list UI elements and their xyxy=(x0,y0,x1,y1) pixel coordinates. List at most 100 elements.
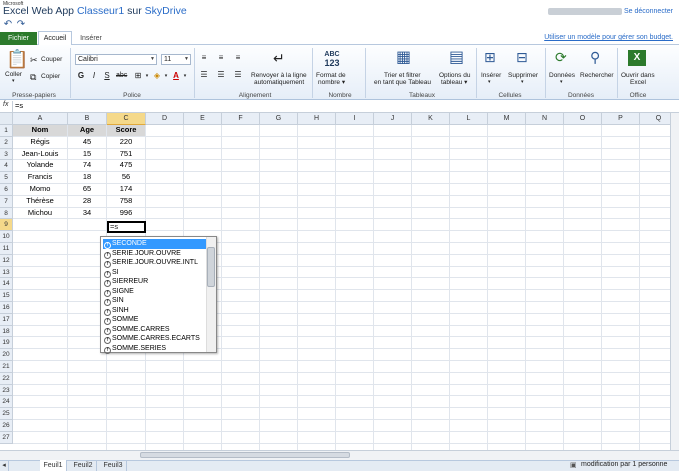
autocomplete-item[interactable]: f SECONDE xyxy=(103,239,207,249)
row-header-7[interactable]: 7 xyxy=(0,195,13,208)
redo-icon[interactable]: ↷ xyxy=(16,20,26,30)
data-icon[interactable]: ⟳ xyxy=(555,50,567,64)
delete-cells-icon[interactable]: ⊟ xyxy=(516,50,528,64)
delete-cells-button[interactable]: Supprimer xyxy=(508,72,538,79)
paste-button[interactable]: Coller xyxy=(5,71,22,78)
binoculars-icon[interactable]: ⚲ xyxy=(590,50,600,64)
row-header-4[interactable]: 4 xyxy=(0,160,13,173)
italic-icon[interactable]: I xyxy=(89,71,99,81)
insert-cells-button[interactable]: Insérer xyxy=(481,72,501,79)
row-header-9[interactable]: 9 xyxy=(0,219,13,232)
column-header-p[interactable]: P xyxy=(602,113,640,125)
tab-file[interactable]: Fichier xyxy=(0,32,37,45)
sort-filter-table-icon[interactable]: ▦ xyxy=(396,50,411,66)
formula-input[interactable]: =s xyxy=(15,101,23,110)
wrap-text-line1[interactable]: Renvoyer à la ligne xyxy=(251,72,307,79)
table-cell[interactable]: 996 xyxy=(107,208,145,219)
autocomplete-item[interactable]: f SIGNE xyxy=(103,287,207,297)
autocomplete-item[interactable]: f SOMME.CARRES.ECARTS xyxy=(103,334,207,344)
table-options-icon[interactable]: ▤ xyxy=(449,50,464,66)
row-header-2[interactable]: 2 xyxy=(0,136,13,149)
column-header-f[interactable]: F xyxy=(222,113,260,125)
excel-logo-icon[interactable]: X xyxy=(628,50,646,66)
row-header-21[interactable]: 21 xyxy=(0,361,13,373)
sheet-tab-feuil3[interactable]: Feuil3 xyxy=(100,460,127,471)
row-header-27[interactable]: 27 xyxy=(0,431,13,444)
autocomplete-item[interactable]: f SIERREUR xyxy=(103,277,207,287)
align-right-icon[interactable]: ☰ xyxy=(233,70,243,80)
paste-dropdown-icon[interactable]: ▾ xyxy=(12,78,15,85)
table-options-line1[interactable]: Options du xyxy=(439,72,470,79)
wrap-text-icon[interactable]: ↵ xyxy=(273,51,285,65)
column-header-i[interactable]: I xyxy=(336,113,374,125)
table-cell[interactable]: 220 xyxy=(107,137,145,148)
sheet-tab-feuil2[interactable]: Feuil2 xyxy=(70,460,97,471)
undo-icon[interactable]: ↶ xyxy=(3,20,13,30)
skydrive-link[interactable]: SkyDrive xyxy=(145,5,187,17)
table-cell[interactable]: 56 xyxy=(107,172,145,183)
row-header-15[interactable]: 15 xyxy=(0,290,13,302)
vertical-scrollbar[interactable] xyxy=(670,113,679,450)
row-header-23[interactable]: 23 xyxy=(0,384,13,397)
table-cell[interactable]: Thérèse xyxy=(13,196,67,207)
row-header-22[interactable]: 22 xyxy=(0,372,13,385)
table-cell[interactable]: 18 xyxy=(68,172,106,183)
table-cell[interactable]: 475 xyxy=(107,160,145,171)
row-header-5[interactable]: 5 xyxy=(0,172,13,184)
number-format-line1[interactable]: Format de xyxy=(316,72,346,79)
font-name-select[interactable]: Calibri ▼ xyxy=(75,54,157,65)
borders-dropdown-icon[interactable]: ▾ xyxy=(142,71,152,81)
table-header-cell[interactable]: Score xyxy=(107,125,145,136)
autocomplete-scrollbar-thumb[interactable] xyxy=(207,247,215,287)
row-header-8[interactable]: 8 xyxy=(0,207,13,220)
table-cell[interactable]: 15 xyxy=(68,149,106,160)
table-cell[interactable]: 758 xyxy=(107,196,145,207)
row-header-3[interactable]: 3 xyxy=(0,148,13,161)
copy-button[interactable]: Copier xyxy=(41,73,60,80)
cut-button[interactable]: Couper xyxy=(41,56,62,63)
paste-icon[interactable]: 📋 xyxy=(6,50,28,68)
budget-template-link[interactable]: Utiliser un modèle pour gérer son budget… xyxy=(544,34,673,41)
column-header-c[interactable]: C xyxy=(107,113,146,125)
sort-filter-line2[interactable]: en tant que Tableau xyxy=(374,79,431,86)
open-in-excel-line1[interactable]: Ouvrir dans xyxy=(621,72,655,79)
wrap-text-line2[interactable]: automatiquement xyxy=(254,79,304,86)
row-header-24[interactable]: 24 xyxy=(0,396,13,409)
table-cell[interactable]: Jean-Louis xyxy=(13,149,67,160)
table-header-cell[interactable]: Age xyxy=(68,125,106,136)
data-dropdown-icon[interactable]: ▾ xyxy=(560,79,563,86)
strikethrough-icon[interactable]: abc xyxy=(116,71,127,81)
table-cell[interactable]: 45 xyxy=(68,137,106,148)
autocomplete-item[interactable]: f SOMME.SERIES xyxy=(103,344,207,354)
autocomplete-item[interactable]: f SERIE.JOUR.OUVRE xyxy=(103,249,207,259)
column-header-n[interactable]: N xyxy=(526,113,564,125)
align-middle-icon[interactable]: ≡ xyxy=(216,53,226,63)
table-cell[interactable]: 65 xyxy=(68,184,106,195)
table-cell[interactable]: Michou xyxy=(13,208,67,219)
row-header-16[interactable]: 16 xyxy=(0,302,13,314)
row-header-18[interactable]: 18 xyxy=(0,325,13,338)
find-button[interactable]: Rechercher xyxy=(580,72,614,79)
autocomplete-item[interactable]: f SERIE.JOUR.OUVRE.INTL xyxy=(103,258,207,268)
font-size-select[interactable]: 11 ▼ xyxy=(161,54,191,65)
number-format-line2[interactable]: nombre ▾ xyxy=(318,79,345,86)
insert-cells-dropdown-icon[interactable]: ▾ xyxy=(488,79,491,86)
autocomplete-item[interactable]: f SOMME xyxy=(103,315,207,325)
bold-icon[interactable]: G xyxy=(76,71,86,81)
autocomplete-item[interactable]: f SI xyxy=(103,268,207,278)
table-cell[interactable]: 28 xyxy=(68,196,106,207)
column-header-d[interactable]: D xyxy=(146,113,184,125)
column-header-b[interactable]: B xyxy=(68,113,107,125)
row-header-17[interactable]: 17 xyxy=(0,313,13,326)
row-header-1[interactable]: 1 xyxy=(0,125,13,137)
row-header-12[interactable]: 12 xyxy=(0,254,13,267)
row-header-13[interactable]: 13 xyxy=(0,266,13,279)
tab-insert[interactable]: Insérer xyxy=(74,32,108,45)
table-cell[interactable]: 34 xyxy=(68,208,106,219)
row-header-6[interactable]: 6 xyxy=(0,184,13,196)
cut-icon[interactable]: ✂ xyxy=(30,54,38,66)
sheet-nav-icon[interactable]: ◂ xyxy=(0,460,9,471)
row-header-20[interactable]: 20 xyxy=(0,349,13,361)
sheet-tab-feuil1[interactable]: Feuil1 xyxy=(40,460,67,471)
column-header-k[interactable]: K xyxy=(412,113,450,125)
